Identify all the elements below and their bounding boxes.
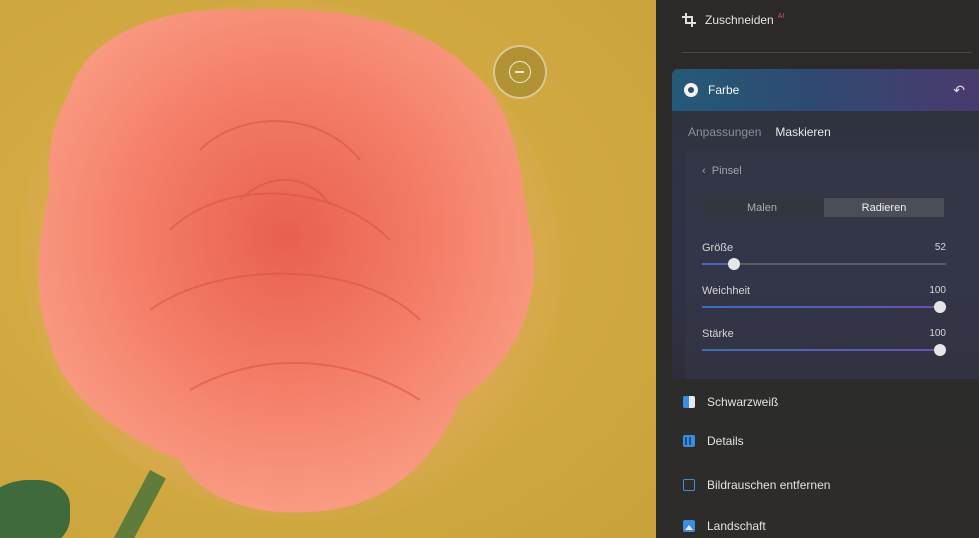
feature-label: Bildrauschen entfernen — [707, 478, 831, 492]
noise-reduction-icon — [683, 479, 695, 491]
brush-cursor[interactable] — [493, 45, 547, 99]
softness-fill — [702, 306, 946, 308]
feature-label: Schwarzweiß — [707, 395, 779, 409]
black-white-icon — [683, 396, 695, 408]
chevron-left-icon: ‹ — [702, 165, 712, 177]
photo-canvas[interactable] — [0, 0, 656, 538]
strength-fill — [702, 349, 946, 351]
brush-panel: ‹ Pinsel Malen Radieren Größe 52 Weichhe… — [686, 151, 979, 379]
color-section-header[interactable]: Farbe ↶ — [672, 69, 979, 111]
size-label: Größe — [702, 242, 734, 254]
brush-back-button[interactable]: ‹ Pinsel — [702, 165, 742, 177]
undo-icon[interactable]: ↶ — [953, 82, 965, 99]
softness-thumb[interactable] — [934, 301, 946, 313]
feature-label: Details — [707, 434, 744, 448]
softness-value: 100 — [929, 285, 946, 296]
crop-icon — [682, 13, 696, 27]
strength-thumb[interactable] — [934, 344, 946, 356]
feature-details[interactable]: Details — [683, 429, 744, 453]
size-value: 52 — [934, 242, 946, 253]
size-thumb[interactable] — [727, 258, 740, 270]
color-tabs: Anpassungen Maskieren — [688, 125, 831, 139]
color-wheel-icon — [684, 83, 698, 97]
feature-black-white[interactable]: Schwarzweiß — [683, 390, 778, 414]
rose-leaf — [0, 480, 70, 538]
tab-masking[interactable]: Maskieren — [775, 125, 830, 139]
paint-mode-button[interactable]: Malen — [702, 196, 822, 219]
feature-label: Landschaft — [707, 519, 766, 533]
divider — [682, 52, 972, 53]
tab-adjustments[interactable]: Anpassungen — [688, 125, 761, 139]
brush-mode-toggle: Malen Radieren — [702, 196, 946, 219]
softness-track[interactable] — [702, 301, 946, 313]
size-track[interactable] — [702, 258, 946, 270]
strength-label: Stärke — [702, 328, 734, 340]
brush-back-label: Pinsel — [711, 165, 742, 177]
ai-badge: AI — [777, 12, 785, 20]
strength-value: 100 — [929, 328, 946, 339]
edit-panel: Zuschneiden AI Farbe ↶ Anpassungen Maski… — [656, 0, 979, 538]
color-section-body: Anpassungen Maskieren ‹ Pinsel Malen Rad… — [672, 111, 979, 379]
details-icon — [683, 435, 695, 447]
strength-track[interactable] — [702, 344, 946, 356]
erase-mode-button[interactable]: Radieren — [824, 198, 944, 217]
erase-minus-icon — [509, 61, 531, 83]
softness-label: Weichheit — [702, 285, 751, 297]
landscape-icon — [683, 520, 695, 532]
feature-noise-reduction[interactable]: Bildrauschen entfernen — [683, 473, 830, 497]
crop-section[interactable]: Zuschneiden AI — [682, 6, 784, 34]
rose-image — [38, 9, 535, 513]
color-section-label: Farbe — [708, 83, 740, 97]
feature-landscape[interactable]: Landschaft — [683, 514, 766, 538]
crop-label: Zuschneiden — [705, 13, 774, 27]
